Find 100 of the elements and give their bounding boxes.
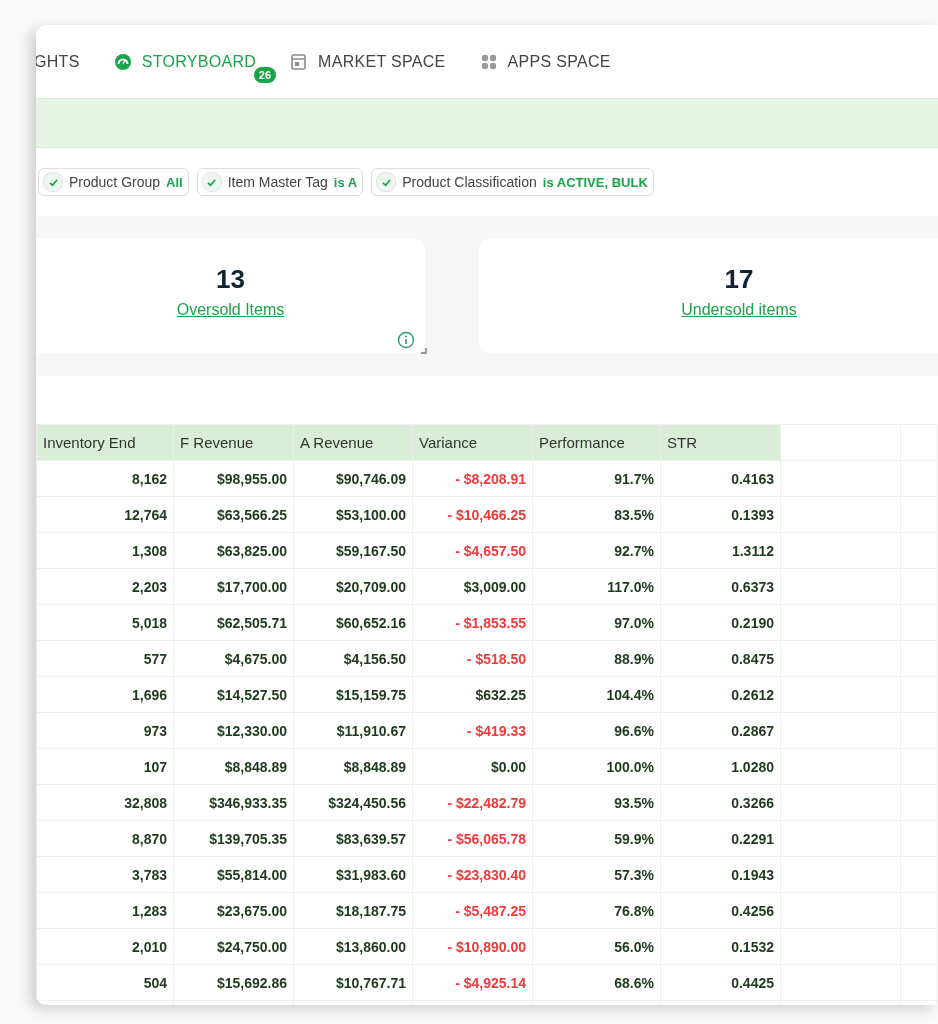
- table-cell: 0.8475: [660, 640, 781, 677]
- table-cell: - $518.50: [412, 640, 533, 677]
- table-cell: 0.2190: [660, 604, 781, 641]
- table-cell: 8,162: [36, 460, 174, 497]
- table-cell: 88.9%: [532, 640, 661, 677]
- checkbox[interactable]: [376, 172, 397, 192]
- table-cell: 0.2291: [660, 820, 781, 857]
- table-cell: 0.4163: [660, 460, 781, 497]
- check-icon: [47, 176, 59, 188]
- apps-icon: [479, 52, 498, 71]
- column-header[interactable]: Inventory End: [36, 424, 174, 461]
- table-cell: 57.3%: [532, 856, 661, 893]
- table-cell: - $4,657.50: [412, 532, 533, 569]
- check-icon: [380, 176, 392, 188]
- table-cell: $59,167.50: [293, 532, 413, 569]
- filter-value: All: [166, 174, 183, 190]
- table-cell: - $1,853.55: [412, 604, 533, 641]
- table-cell: - $22,482.79: [412, 784, 533, 821]
- table-cell: 100.0%: [532, 748, 661, 785]
- column-header[interactable]: A Revenue: [293, 424, 413, 461]
- nav-tab[interactable]: APPS SPACE: [479, 52, 611, 71]
- table-cell: 107: [36, 748, 174, 785]
- table-cell: $11,910.67: [293, 712, 413, 749]
- table-cell: 68.6%: [532, 964, 661, 1001]
- table-cell: $4,675.00: [173, 640, 294, 677]
- table-cell: $31,983.60: [293, 856, 413, 893]
- table-cell: 96.6%: [532, 712, 661, 749]
- table-cell: $63,825.00: [173, 532, 294, 569]
- table-cell: $24,750.00: [173, 928, 294, 965]
- checkbox[interactable]: [43, 172, 63, 192]
- table-cell: $8,848.89: [173, 748, 294, 785]
- table-cell: 93.5%: [532, 784, 661, 821]
- stat-value: 13: [216, 264, 245, 295]
- resize-handle-icon[interactable]: [421, 348, 427, 354]
- table-cell: $55,814.00: [173, 856, 294, 893]
- column-header[interactable]: F Revenue: [173, 424, 294, 461]
- filter-chip[interactable]: Product Group All: [38, 168, 189, 196]
- table-cell: 973: [36, 712, 174, 749]
- table-cell: $63,566.25: [173, 496, 294, 533]
- table-cell: 97.0%: [532, 604, 661, 641]
- checkbox[interactable]: [201, 172, 222, 192]
- table-cell: 76.8%: [532, 892, 661, 929]
- filter-label: Product Group: [69, 174, 161, 190]
- table-cell: $62,505.71: [173, 604, 294, 641]
- table-cell: $632.25: [412, 676, 533, 713]
- table-cell: 56.0%: [532, 928, 661, 965]
- table-cell: - $419.33: [412, 712, 533, 749]
- table-cell: $13,860.00: [293, 928, 413, 965]
- table-cell: 117.0%: [532, 568, 661, 605]
- table-cell: 0.4256: [660, 892, 781, 929]
- table-cell: $20,709.00: [293, 568, 413, 605]
- table-cell: 0.3266: [660, 784, 781, 821]
- table-cell: $139,705.35: [173, 820, 294, 857]
- filter-chip[interactable]: Item Master Tag is A: [196, 168, 364, 196]
- table-cell: 1,283: [36, 892, 174, 929]
- gauge-icon: [113, 52, 132, 71]
- table-cell: - $10,466.25: [412, 496, 533, 533]
- table-cell: 91.7%: [532, 460, 661, 497]
- filter-value: is A: [333, 174, 358, 190]
- table-cell: 0.2867: [660, 712, 781, 749]
- table-cell: 2,010: [36, 928, 174, 965]
- filter-label: Item Master Tag: [227, 174, 328, 190]
- check-icon: [206, 176, 218, 188]
- store-icon: [290, 52, 309, 71]
- table-cell: 0.1393: [660, 496, 781, 533]
- table-cell: $4,156.50: [293, 640, 413, 677]
- table-cell: 1.3112: [660, 532, 781, 569]
- table-cell: 0.1532: [660, 928, 781, 965]
- table-cell: 0.4425: [660, 964, 781, 1001]
- table-cell: $15,159.75: [293, 676, 413, 713]
- filter-label: Product Classification: [402, 174, 537, 190]
- table-cell: 504: [36, 964, 174, 1001]
- table-cell: 104.4%: [532, 676, 661, 713]
- column-header[interactable]: STR: [660, 424, 781, 461]
- table-cell: - $23,830.40: [412, 856, 533, 893]
- table-cell: $12,330.00: [173, 712, 294, 749]
- nav-tab[interactable]: MARKET SPACE: [290, 52, 446, 71]
- column-header[interactable]: Performance: [532, 424, 661, 461]
- table-cell: $83,639.57: [293, 820, 413, 857]
- table-cell: 5,018: [36, 604, 174, 641]
- table-cell: $18,187.75: [293, 892, 413, 929]
- info-icon[interactable]: [397, 331, 415, 349]
- table-cell: 1,696: [36, 676, 174, 713]
- table-cell: 577: [36, 640, 174, 677]
- table-cell: $23,675.00: [173, 892, 294, 929]
- table-cell: - $8,208.91: [412, 460, 533, 497]
- table-cell: 8,870: [36, 820, 174, 857]
- table-cell: 0.1943: [660, 856, 781, 893]
- column-header[interactable]: Variance: [412, 424, 533, 461]
- table-cell: $60,652.16: [293, 604, 413, 641]
- filter-chip[interactable]: Product Classification is ACTIVE, BULK: [371, 168, 654, 196]
- table-cell: 59.9%: [532, 820, 661, 857]
- table-cell: - $10,890.00: [412, 928, 533, 965]
- table-cell: $10,767.71: [293, 964, 413, 1001]
- table-cell: $90,746.09: [293, 460, 413, 497]
- table-cell: $17,700.00: [173, 568, 294, 605]
- table-cell: $0.00: [412, 748, 533, 785]
- table-cell: $346,933.35: [173, 784, 294, 821]
- table-cell: $98,955.00: [173, 460, 294, 497]
- filter-value: is ACTIVE, BULK: [542, 174, 648, 190]
